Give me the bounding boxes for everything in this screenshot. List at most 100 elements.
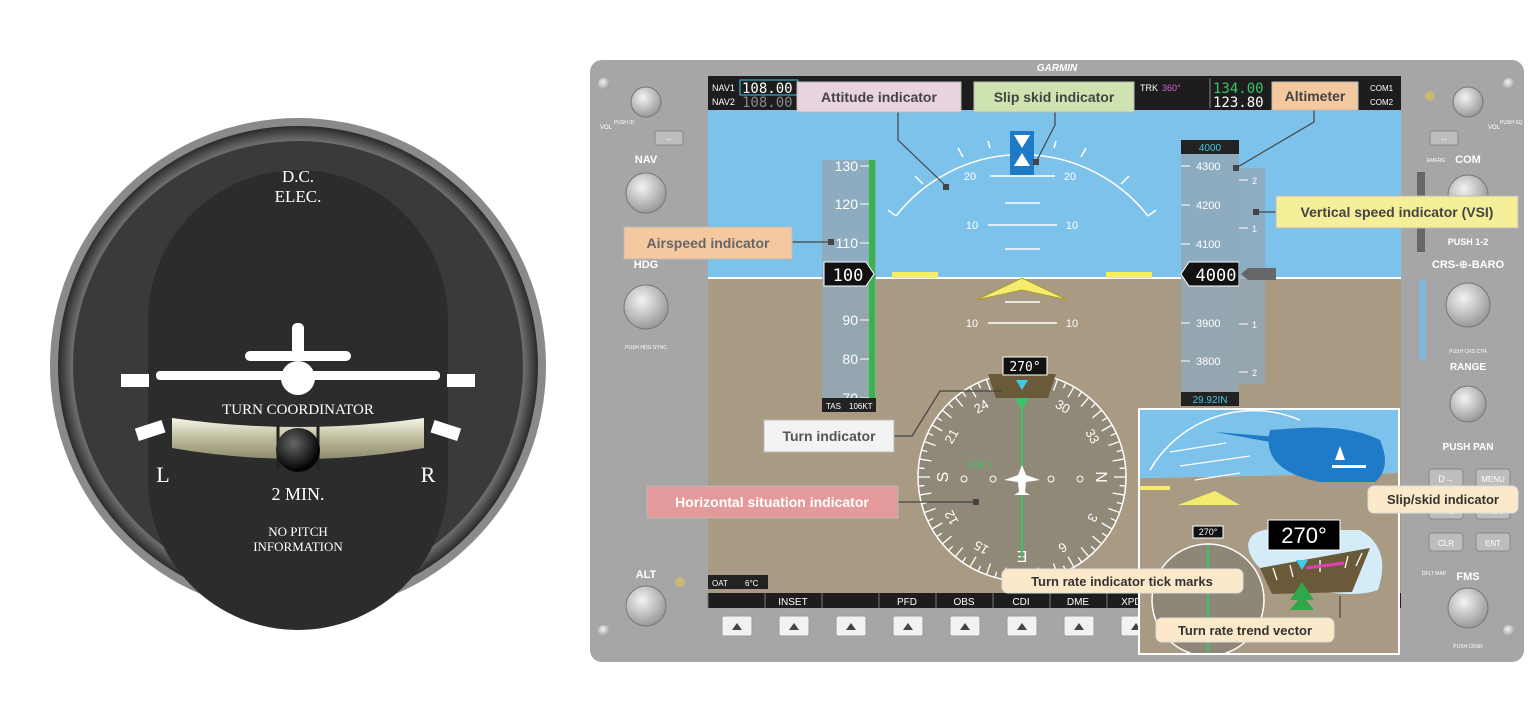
callout-trend: Turn rate trend vector (1155, 617, 1335, 643)
oat-value: 6°C (745, 579, 759, 588)
tas-value: 106KT (849, 402, 873, 411)
selected-altitude: 4000 (1199, 143, 1222, 154)
two-minute-label: 2 MIN. (272, 484, 325, 504)
push-pan-label: PUSH PAN (1443, 442, 1494, 453)
callout-slip-skid: Slip skid indicator (973, 81, 1135, 113)
nav1-label: NAV1 (712, 83, 735, 93)
vsi-tick-label: 1 (1252, 320, 1257, 330)
photocell-icon (1425, 91, 1435, 101)
callout-altimeter-text: Altimeter (1285, 88, 1346, 104)
nav-label: NAV (635, 154, 658, 166)
inset-small-heading: 270° (1199, 527, 1218, 537)
softkey-label: CDI (1012, 597, 1029, 608)
callout-hsi-text: Horizontal situation indicator (675, 494, 869, 510)
nav-volume-knob[interactable] (630, 86, 662, 118)
fms-label: FMS (1456, 571, 1479, 583)
vol-label-right: VOL (1488, 125, 1501, 131)
vsi-pointer-icon (1241, 268, 1276, 280)
menu-label: MENU (1481, 475, 1505, 484)
push-sq-label: PUSH SQ (1500, 120, 1523, 126)
inset-big-heading: 270° (1281, 523, 1327, 548)
airspeed-tick-label: 120 (835, 196, 859, 212)
com-label: COM (1455, 154, 1481, 166)
ent-label: ENT (1485, 539, 1501, 548)
altitude-readout: 4000 (1196, 266, 1237, 286)
pitch-label: 20 (964, 171, 976, 183)
push-id-label: PUSH ID (614, 120, 635, 126)
oat-label: OAT (712, 579, 728, 588)
figure: D.C. ELEC. TURN COORDINATOR L R 2 MIN. N… (50, 60, 1524, 662)
airspeed-tick-label: 90 (842, 312, 858, 328)
vsi-tick-label: 2 (1252, 368, 1257, 378)
push-crsr-label: PUSH CRSR (1453, 644, 1483, 650)
hdg-knob[interactable] (623, 284, 669, 330)
photocell-icon (675, 577, 685, 587)
hsi-cardinal-label: S (935, 472, 952, 483)
vsi-tick-label: 1 (1252, 224, 1257, 234)
crs-baro-knob[interactable] (1445, 282, 1491, 328)
crs-knob-slot (1419, 280, 1426, 360)
information-label: INFORMATION (253, 539, 343, 554)
pitch-label: 20 (1064, 171, 1076, 183)
altitude-tick-label: 4200 (1196, 200, 1220, 212)
altitude-tick-label: 3900 (1196, 318, 1220, 330)
altitude-tick-label: 3800 (1196, 356, 1220, 368)
callout-attitude-text: Attitude indicator (821, 89, 937, 105)
range-label: RANGE (1450, 362, 1486, 373)
softkey-label: INSET (778, 597, 807, 608)
com2-label: COM2 (1370, 98, 1394, 107)
turn-coordinator-gauge: D.C. ELEC. TURN COORDINATOR L R 2 MIN. N… (50, 118, 546, 630)
com2-frequency: 123.80 (1213, 95, 1264, 111)
callout-altimeter: Altimeter (1271, 81, 1359, 111)
airspeed-readout: 100 (833, 266, 864, 286)
callout-hsi: Horizontal situation indicator (646, 485, 899, 519)
hdg-label: HDG (634, 259, 658, 271)
level-mark-left (121, 374, 149, 387)
dc-label: D.C. (282, 167, 314, 186)
vsi-tick-label: 2 (1252, 176, 1257, 186)
bezel-screw-icon (598, 625, 610, 637)
callout-turn: Turn indicator (763, 419, 895, 453)
softkey-label: PFD (897, 597, 917, 608)
airspeed-tick-label: 80 (842, 351, 858, 367)
nav-source: VOR 1 (966, 460, 993, 470)
softkey-label: DME (1067, 597, 1090, 608)
trk-value: 360° (1162, 83, 1181, 93)
tas-label: TAS (826, 402, 841, 411)
alt-knob[interactable] (625, 585, 667, 627)
callout-attitude: Attitude indicator (796, 81, 962, 113)
dflt-map-label: DFLT MAP (1422, 571, 1447, 577)
callout-turn-text: Turn indicator (782, 428, 876, 444)
callout-slip-skid-text: Slip skid indicator (994, 89, 1115, 105)
callout-vsi: Vertical speed indicator (VSI) (1275, 195, 1519, 229)
push-12-label: PUSH 1-2 (1448, 237, 1489, 247)
bezel-screw-icon (1503, 78, 1515, 90)
nav-knob[interactable] (625, 172, 667, 214)
left-label: L (156, 462, 169, 487)
com-volume-knob[interactable] (1452, 86, 1484, 118)
wing-bar-left (892, 272, 938, 278)
bezel-screw-icon (1503, 625, 1515, 637)
com1-label: COM1 (1370, 84, 1394, 93)
pitch-label: 10 (1066, 318, 1078, 330)
callout-trend-text: Turn rate trend vector (1178, 623, 1312, 638)
airspeed-tick-label: 110 (836, 235, 859, 251)
direct-to-label: D→ (1438, 474, 1454, 484)
wing-bar-right (1106, 272, 1152, 278)
baro-setting: 29.92IN (1192, 395, 1227, 406)
callout-tick-marks: Turn rate indicator tick marks (1001, 568, 1244, 594)
crs-baro-label: CRS-⊕-BARO (1432, 259, 1505, 271)
elec-label: ELEC. (275, 187, 322, 206)
heading-readout: 270° (1009, 360, 1040, 375)
pitch-label: 10 (966, 318, 978, 330)
bezel-screw-icon (598, 78, 610, 90)
inset-wing-bar (1140, 486, 1170, 490)
callout-vsi-text: Vertical speed indicator (VSI) (1301, 204, 1494, 220)
hsi-tick (1119, 484, 1126, 487)
softkey-label: OBS (953, 597, 974, 608)
push-hdg-sync-label: PUSH HDG SYNC (625, 345, 667, 351)
range-knob[interactable] (1449, 385, 1487, 423)
pitch-label: 10 (966, 220, 978, 232)
callout-airspeed: Airspeed indicator (623, 226, 793, 260)
fms-knob[interactable] (1447, 587, 1489, 629)
